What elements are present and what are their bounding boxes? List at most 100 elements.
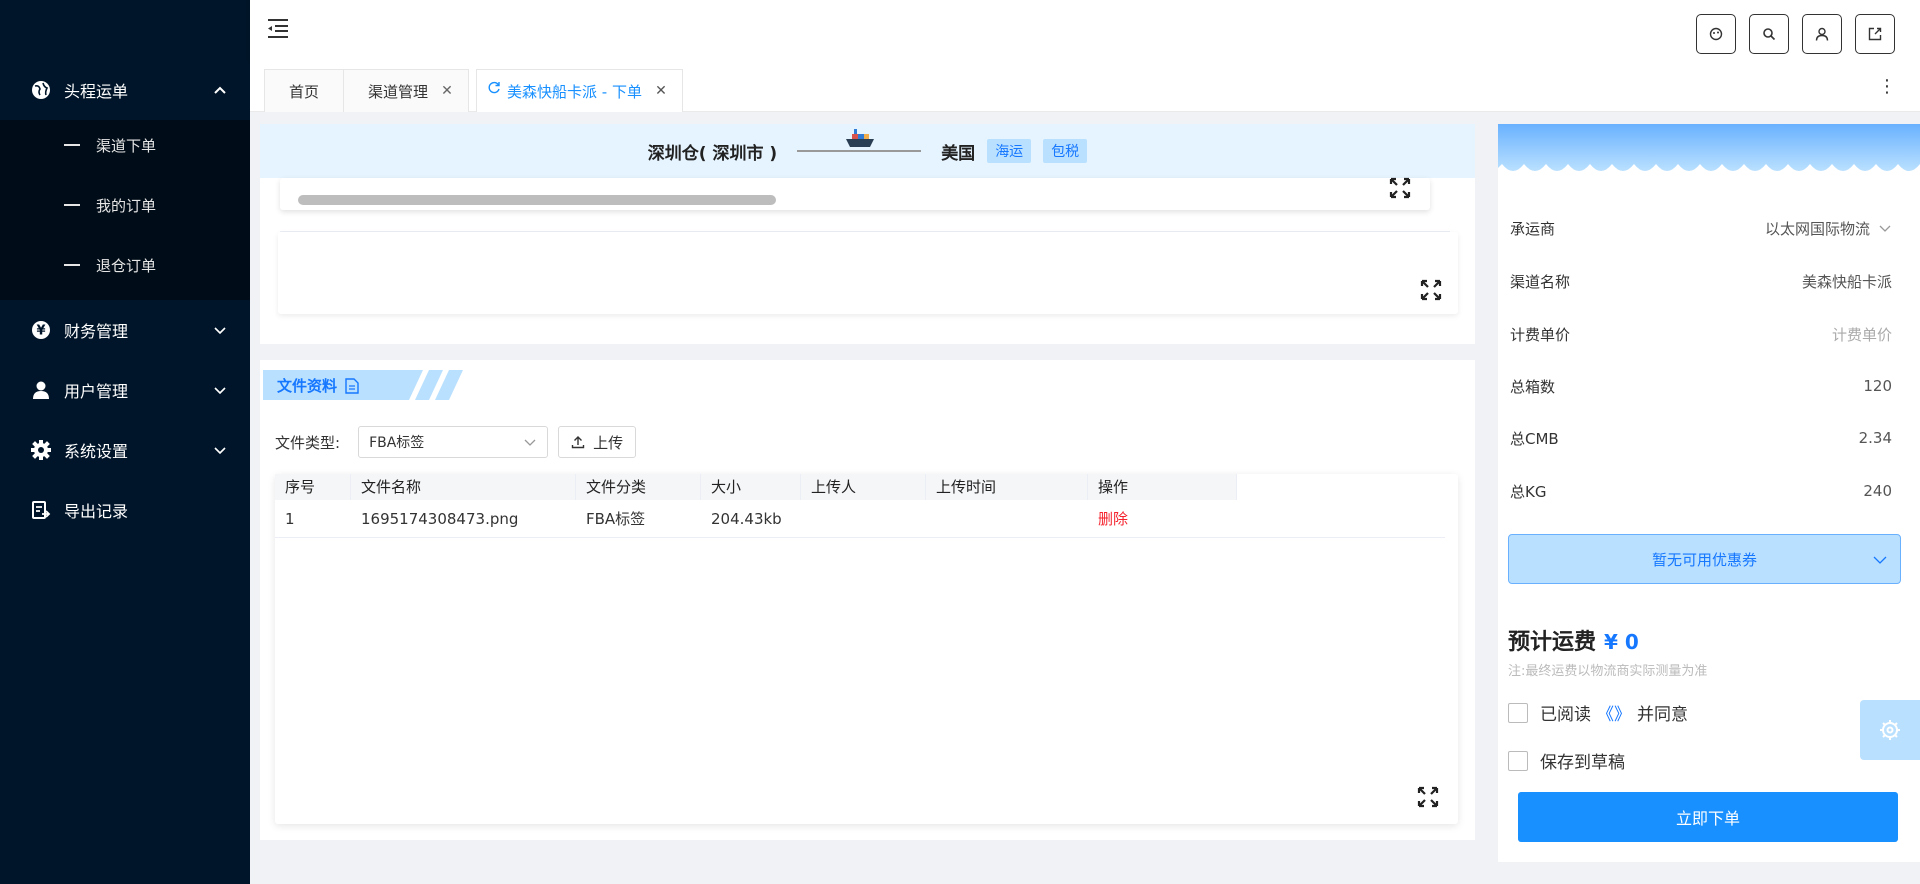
floating-settings-button[interactable] bbox=[1860, 700, 1920, 760]
sidebar-subitem-return-orders[interactable]: 退仓订单 bbox=[0, 240, 250, 290]
carrier-select[interactable]: 以太网国际物流 bbox=[1765, 218, 1892, 239]
svg-text:¥: ¥ bbox=[36, 324, 45, 339]
tab-label: 渠道管理 bbox=[368, 82, 429, 101]
tab-order[interactable]: 美森快船卡派 - 下单 ✕ bbox=[476, 69, 683, 112]
upload-button[interactable]: 上传 bbox=[558, 426, 637, 458]
column-header: 序号 bbox=[275, 474, 351, 500]
fullscreen-icon[interactable] bbox=[1417, 786, 1439, 808]
cell-file-name: 1695174308473.png bbox=[361, 510, 519, 528]
tab-label: 美森快船卡派 - 下单 bbox=[507, 82, 642, 101]
sidebar-item-settings[interactable]: 系统设置 bbox=[0, 425, 250, 475]
sidebar-item-first-leg[interactable]: 头程运单 bbox=[0, 65, 250, 115]
column-header: 上传人 bbox=[801, 474, 926, 500]
sidebar-item-label: 财务管理 bbox=[64, 322, 129, 341]
table-header: 序号 文件名称 文件分类 大小 上传人 上传时间 操作 bbox=[275, 474, 1237, 500]
cell-index: 1 bbox=[285, 510, 295, 528]
column-header: 大小 bbox=[701, 474, 801, 500]
route-line bbox=[797, 129, 922, 152]
channel-value: 美森快船卡派 bbox=[1801, 272, 1892, 291]
sidebar-subitem-label: 渠道下单 bbox=[96, 136, 157, 155]
tab-label: 首页 bbox=[289, 82, 320, 101]
sidebar-subitem-label: 退仓订单 bbox=[96, 256, 157, 275]
agree-checkbox-row: 已阅读 《》 并同意 bbox=[1508, 700, 1688, 725]
submit-order-button[interactable]: 立即下单 bbox=[1518, 792, 1898, 842]
fee-value: ¥ 0 bbox=[1604, 630, 1639, 654]
sidebar-item-label: 系统设置 bbox=[64, 442, 129, 461]
total-kg-label: 总KG bbox=[1510, 482, 1547, 501]
coupon-select[interactable]: 暂无可用优惠券 bbox=[1508, 534, 1901, 584]
delete-link[interactable]: 删除 bbox=[1088, 500, 1237, 538]
file-type-value: FBA标签 bbox=[369, 435, 425, 451]
search-icon bbox=[1763, 28, 1776, 41]
order-summary-panel: 承运商 以太网国际物流 渠道名称 美森快船卡派 计费单价 计费单价 总箱数 12… bbox=[1498, 124, 1920, 862]
unit-price-input[interactable]: 计费单价 bbox=[1832, 324, 1892, 345]
agree-prefix: 已阅读 bbox=[1540, 705, 1591, 725]
chevron-down-icon bbox=[214, 387, 226, 395]
profile-button[interactable] bbox=[1802, 14, 1842, 54]
cell-uploader bbox=[801, 500, 926, 538]
draft-label: 保存到草稿 bbox=[1540, 753, 1625, 773]
chevron-down-icon bbox=[214, 327, 226, 335]
total-boxes-value: 120 bbox=[1863, 377, 1892, 395]
files-table: 序号 文件名称 文件分类 大小 上传人 上传时间 操作 1 1695174308… bbox=[275, 474, 1458, 824]
sidebar: 头程运单 渠道下单 我的订单 退仓订单 ¥ 财务管理 用户管理 系统设置 导出记… bbox=[0, 0, 250, 884]
cell-size: 204.43kb bbox=[711, 510, 782, 528]
theme-button[interactable] bbox=[1696, 14, 1736, 54]
fee-label: 预计运费 bbox=[1508, 630, 1597, 655]
total-cmb-value: 2.34 bbox=[1858, 429, 1892, 447]
logout-button[interactable] bbox=[1855, 14, 1895, 54]
unit-price-row: 计费单价 计费单价 bbox=[1510, 322, 1892, 346]
submenu: 渠道下单 我的订单 退仓订单 bbox=[0, 120, 250, 300]
gear-icon bbox=[1880, 720, 1900, 740]
more-icon[interactable]: ⋮ bbox=[1878, 76, 1896, 97]
sidebar-item-finance[interactable]: ¥ 财务管理 bbox=[0, 305, 250, 355]
upload-icon bbox=[571, 436, 585, 449]
cell-upload-time bbox=[926, 500, 1088, 538]
route-origin: 深圳仓( 深圳市 ) bbox=[647, 143, 778, 164]
route-destination: 美国 bbox=[941, 143, 976, 164]
fullscreen-icon[interactable] bbox=[1420, 279, 1442, 301]
yen-icon: ¥ bbox=[30, 319, 52, 341]
tab-channel-management[interactable]: 渠道管理 ✕ bbox=[343, 69, 470, 112]
fee-note: 注:最终运费以物流商实际测量为准 bbox=[1508, 664, 1708, 679]
search-button[interactable] bbox=[1749, 14, 1789, 54]
external-link-icon bbox=[1868, 27, 1882, 41]
agreement-link[interactable]: 《》 bbox=[1597, 700, 1631, 725]
total-boxes-row: 总箱数 120 bbox=[1510, 374, 1892, 398]
total-cmb-label: 总CMB bbox=[1510, 429, 1559, 448]
palette-icon bbox=[1709, 27, 1723, 41]
tabs-bar: 首页 渠道管理 ✕ 美森快船卡派 - 下单 ✕ ⋮ bbox=[250, 60, 1920, 112]
fullscreen-icon[interactable] bbox=[1389, 177, 1411, 199]
total-kg-value: 240 bbox=[1863, 482, 1892, 500]
horizontal-scrollbar[interactable] bbox=[298, 195, 776, 205]
section-header: 文件资料 bbox=[263, 370, 473, 400]
export-doc-icon bbox=[30, 499, 52, 521]
total-boxes-label: 总箱数 bbox=[1510, 377, 1556, 396]
menu-fold-icon[interactable] bbox=[266, 16, 290, 40]
sidebar-subitem-my-orders[interactable]: 我的订单 bbox=[0, 180, 250, 230]
column-header: 文件分类 bbox=[576, 474, 701, 500]
column-header: 上传时间 bbox=[926, 474, 1088, 500]
table-row: 1 1695174308473.png FBA标签 204.43kb 删除 bbox=[275, 500, 1445, 538]
tag-tax-included: 包税 bbox=[1043, 139, 1088, 163]
carrier-row: 承运商 以太网国际物流 bbox=[1510, 216, 1892, 240]
section-title: 文件资料 bbox=[277, 377, 338, 395]
tab-home[interactable]: 首页 bbox=[264, 69, 345, 112]
sidebar-item-export-records[interactable]: 导出记录 bbox=[0, 485, 250, 535]
wave-decoration bbox=[1498, 124, 1920, 171]
file-type-row: 文件类型: FBA标签 上传 bbox=[275, 426, 637, 458]
close-icon[interactable]: ✕ bbox=[654, 83, 668, 99]
agree-checkbox[interactable] bbox=[1508, 702, 1528, 723]
draft-checkbox[interactable] bbox=[1508, 750, 1528, 771]
user-icon bbox=[30, 379, 52, 401]
sidebar-item-users[interactable]: 用户管理 bbox=[0, 365, 250, 415]
chevron-down-icon bbox=[214, 447, 226, 455]
draft-checkbox-row: 保存到草稿 bbox=[1508, 748, 1625, 773]
refresh-icon[interactable] bbox=[487, 81, 501, 95]
chevron-down-icon bbox=[524, 439, 536, 446]
total-cmb-row: 总CMB 2.34 bbox=[1510, 426, 1892, 450]
sidebar-subitem-channel-order[interactable]: 渠道下单 bbox=[0, 120, 250, 170]
agree-suffix: 并同意 bbox=[1637, 705, 1688, 725]
file-type-select[interactable]: FBA标签 bbox=[358, 426, 549, 458]
close-icon[interactable]: ✕ bbox=[440, 83, 454, 99]
